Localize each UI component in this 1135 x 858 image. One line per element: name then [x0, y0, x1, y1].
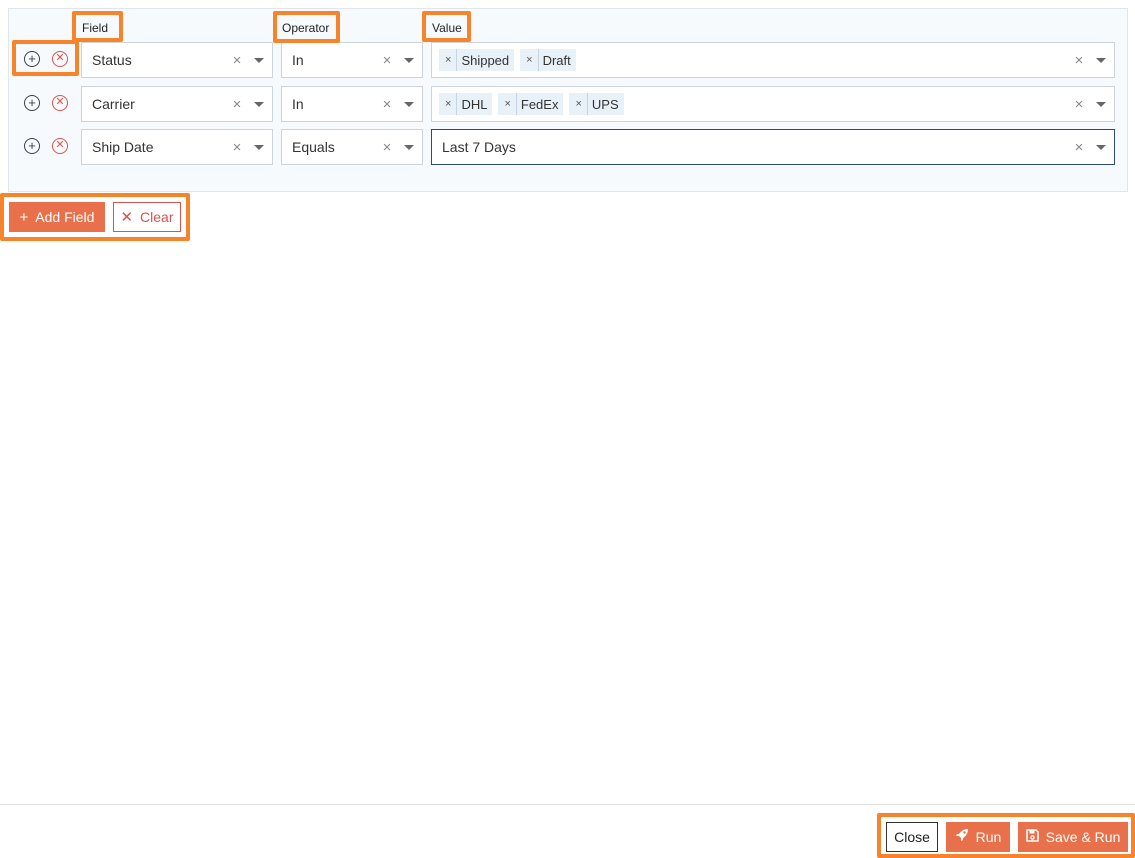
row-1-operator-value: In	[292, 52, 304, 68]
value-tag: × Shipped	[439, 49, 515, 71]
row-3-field-select[interactable]: Ship Date ×	[81, 129, 273, 165]
highlight-operator-header	[273, 11, 340, 43]
caret-down-icon[interactable]	[246, 130, 272, 164]
add-row-icon[interactable]: +	[24, 95, 40, 111]
caret-down-icon[interactable]	[1088, 87, 1114, 121]
row-2-operator-select[interactable]: In ×	[281, 86, 423, 122]
highlight-value-header	[422, 11, 471, 42]
caret-down-icon[interactable]	[246, 87, 272, 121]
highlight-footer-buttons	[877, 813, 1135, 858]
row-2-field-select[interactable]: Carrier ×	[81, 86, 273, 122]
remove-tag-icon[interactable]: ×	[439, 49, 458, 71]
caret-down-icon[interactable]	[396, 130, 422, 164]
clear-icon[interactable]: ×	[378, 139, 396, 156]
highlight-add-clear	[0, 193, 190, 241]
value-tag: × FedEx	[498, 93, 564, 115]
clear-icon[interactable]: ×	[1070, 139, 1088, 156]
add-row-icon[interactable]: +	[24, 138, 40, 154]
footer-divider	[0, 804, 1135, 805]
remove-tag-icon[interactable]: ×	[520, 49, 539, 71]
clear-icon[interactable]: ×	[1070, 96, 1088, 113]
row-2-operator-value: In	[292, 96, 304, 112]
row-3-field-value: Ship Date	[92, 139, 154, 155]
clear-icon[interactable]: ×	[378, 96, 396, 113]
row-1-field-value: Status	[92, 52, 132, 68]
remove-row-icon[interactable]: ✕	[52, 95, 68, 111]
caret-down-icon[interactable]	[246, 43, 272, 77]
highlight-row-actions	[12, 40, 79, 76]
remove-row-icon[interactable]: ✕	[52, 138, 68, 154]
clear-icon[interactable]: ×	[228, 96, 246, 113]
clear-icon[interactable]: ×	[228, 52, 246, 69]
clear-icon[interactable]: ×	[1070, 52, 1088, 69]
row-3-actions: + ✕	[16, 131, 68, 161]
clear-icon[interactable]: ×	[378, 52, 396, 69]
remove-tag-icon[interactable]: ×	[439, 93, 458, 115]
row-2-field-value: Carrier	[92, 96, 135, 112]
highlight-field-header	[72, 11, 123, 42]
value-tag: × DHL	[439, 93, 493, 115]
caret-down-icon[interactable]	[1088, 130, 1114, 164]
value-tag: × Draft	[520, 49, 576, 71]
row-1-value-multiselect[interactable]: × Shipped × Draft ×	[431, 42, 1115, 78]
row-3-operator-value: Equals	[292, 139, 335, 155]
row-2-actions: + ✕	[16, 88, 68, 118]
row-2-value-multiselect[interactable]: × DHL × FedEx × UPS ×	[431, 86, 1115, 122]
row-3-operator-select[interactable]: Equals ×	[281, 129, 423, 165]
row-1-operator-select[interactable]: In ×	[281, 42, 423, 78]
caret-down-icon[interactable]	[396, 43, 422, 77]
clear-icon[interactable]: ×	[228, 139, 246, 156]
row-3-value-text: Last 7 Days	[442, 139, 516, 155]
value-tag: × UPS	[569, 93, 624, 115]
remove-tag-icon[interactable]: ×	[498, 93, 517, 115]
row-1-field-select[interactable]: Status ×	[81, 42, 273, 78]
row-3-value-select[interactable]: Last 7 Days ×	[431, 129, 1115, 165]
caret-down-icon[interactable]	[396, 87, 422, 121]
caret-down-icon[interactable]	[1088, 43, 1114, 77]
remove-tag-icon[interactable]: ×	[569, 93, 588, 115]
